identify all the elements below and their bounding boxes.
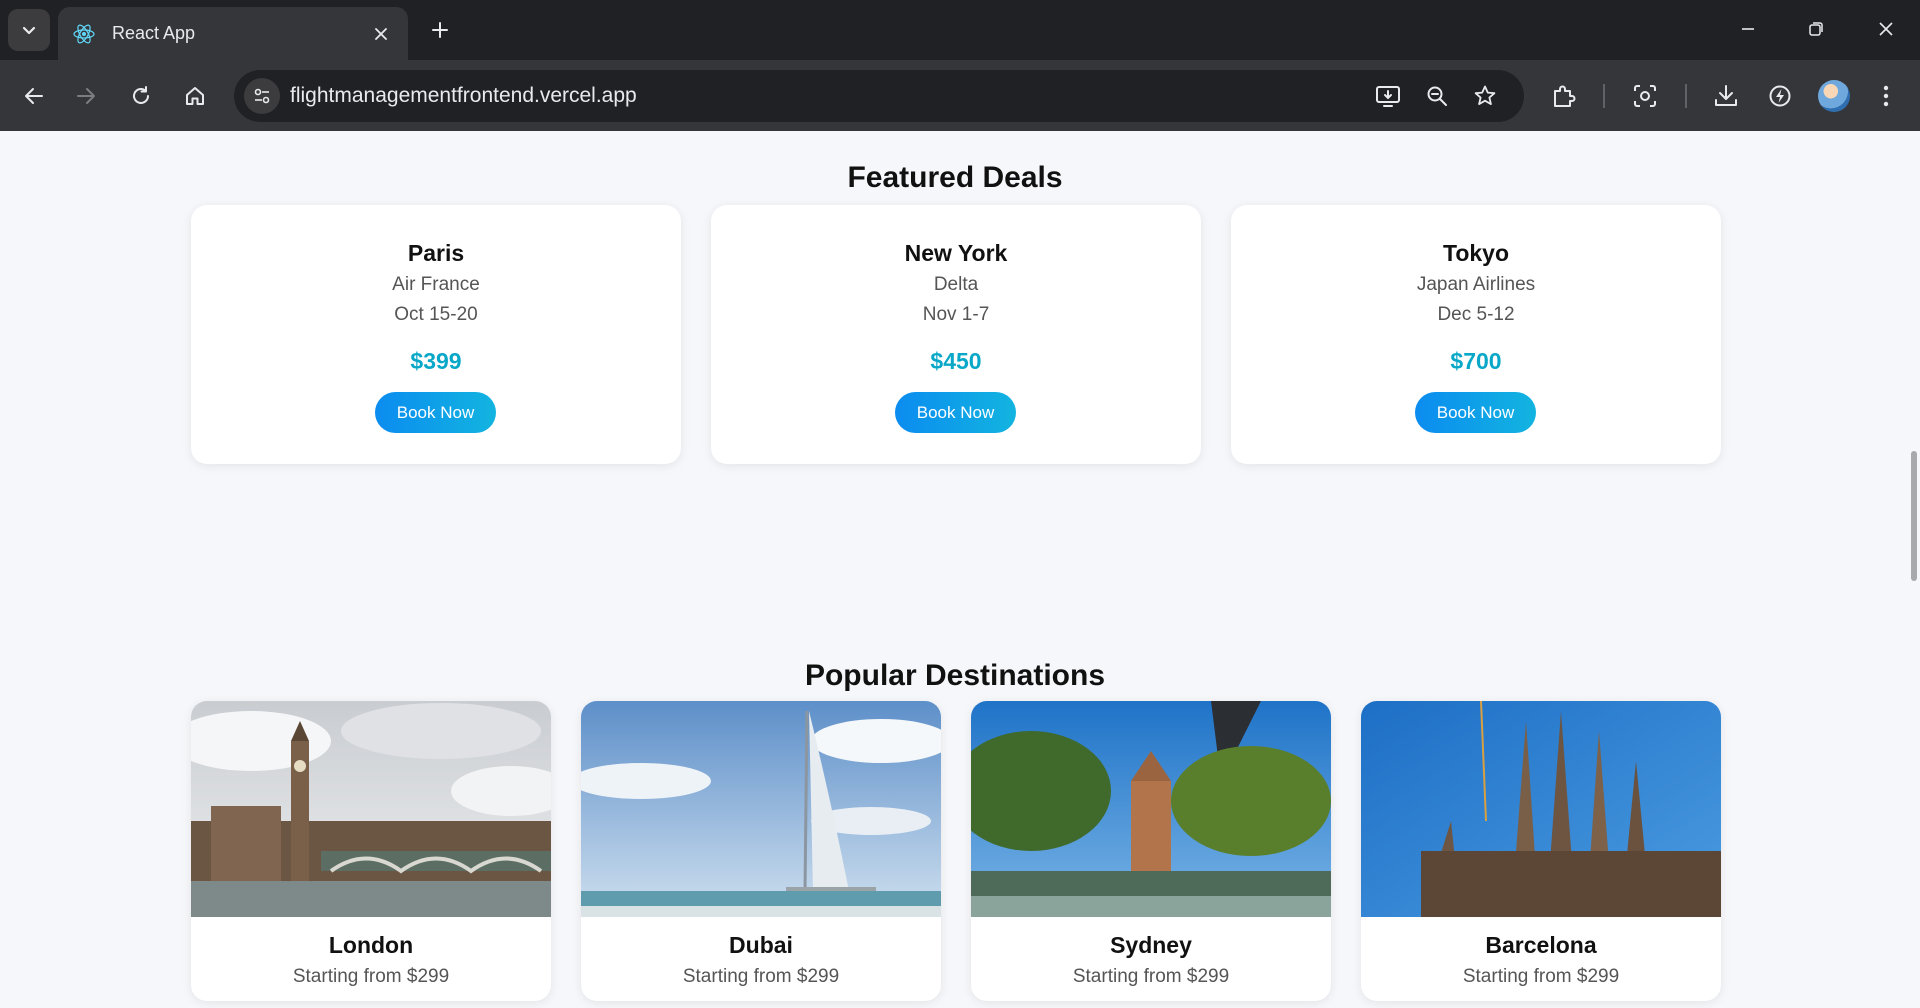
deal-card-new-york: New York Delta Nov 1-7 $450 Book Now xyxy=(711,205,1201,464)
destination-card-barcelona[interactable]: Barcelona Starting from $299 xyxy=(1361,701,1721,1001)
minimize-icon[interactable] xyxy=(1724,8,1772,50)
zoom-icon[interactable] xyxy=(1423,82,1451,110)
deal-price: $399 xyxy=(410,348,462,374)
screenshot-icon[interactable] xyxy=(1629,80,1661,112)
destination-price: Starting from $299 xyxy=(1072,966,1230,987)
extensions-icon[interactable] xyxy=(1548,80,1580,112)
bookmark-star-icon[interactable] xyxy=(1471,82,1499,110)
destination-name: Dubai xyxy=(729,932,793,958)
profile-avatar[interactable] xyxy=(1818,80,1850,112)
destination-card-london[interactable]: London Starting from $299 xyxy=(191,701,551,1001)
sydney-photo xyxy=(971,701,1331,917)
deal-city: Tokyo xyxy=(1442,240,1510,266)
browser-toolbar: flightmanagementfrontend.vercel.app xyxy=(0,60,1920,131)
window-close-icon[interactable] xyxy=(1862,8,1910,50)
destination-price: Starting from $299 xyxy=(1462,966,1620,987)
deal-price: $700 xyxy=(1450,348,1502,374)
deal-airline: Delta xyxy=(933,274,979,295)
toolbar-divider xyxy=(1603,84,1605,108)
deal-airline: Air France xyxy=(392,274,480,295)
restore-icon[interactable] xyxy=(1792,8,1840,50)
book-now-button[interactable]: Book Now xyxy=(1415,392,1536,433)
page-scrollbar[interactable] xyxy=(1911,451,1917,581)
url-text[interactable]: flightmanagementfrontend.vercel.app xyxy=(290,84,637,108)
site-settings-icon[interactable] xyxy=(244,78,280,114)
deal-dates: Nov 1-7 xyxy=(922,304,990,325)
book-now-button[interactable]: Book Now xyxy=(375,392,496,433)
destination-name: Sydney xyxy=(1110,932,1192,958)
react-logo-icon xyxy=(72,22,96,46)
london-photo xyxy=(191,701,551,917)
download-icon[interactable] xyxy=(1710,80,1742,112)
browser-titlebar: React App xyxy=(0,0,1920,60)
forward-arrow-icon[interactable] xyxy=(66,76,106,116)
more-menu-icon[interactable] xyxy=(1870,80,1902,112)
dubai-photo xyxy=(581,701,941,917)
popular-destinations-heading: Popular Destinations xyxy=(804,659,1106,692)
deal-city: New York xyxy=(904,240,1008,266)
page-viewport: Featured Deals Paris Air France Oct 15-2… xyxy=(0,131,1920,1008)
deal-card-tokyo: Tokyo Japan Airlines Dec 5-12 $700 Book … xyxy=(1231,205,1721,464)
destination-name: Barcelona xyxy=(1485,932,1597,958)
reload-icon[interactable] xyxy=(121,76,161,116)
barcelona-photo xyxy=(1361,701,1721,917)
deal-dates: Dec 5-12 xyxy=(1437,304,1515,325)
address-bar[interactable]: flightmanagementfrontend.vercel.app xyxy=(234,70,1524,122)
deal-city: Paris xyxy=(407,240,465,266)
destination-price: Starting from $299 xyxy=(682,966,840,987)
home-icon[interactable] xyxy=(175,76,215,116)
destination-card-sydney[interactable]: Sydney Starting from $299 xyxy=(971,701,1331,1001)
destination-card-dubai[interactable]: Dubai Starting from $299 xyxy=(581,701,941,1001)
deal-price: $450 xyxy=(930,348,982,374)
toolbar-divider xyxy=(1685,84,1687,108)
tab-search-button[interactable] xyxy=(8,9,50,51)
destination-name: London xyxy=(328,932,414,958)
install-app-icon[interactable] xyxy=(1374,82,1402,110)
chevron-down-icon xyxy=(22,26,36,35)
back-arrow-icon[interactable] xyxy=(14,76,54,116)
performance-icon[interactable] xyxy=(1764,80,1796,112)
featured-deals-heading: Featured Deals xyxy=(847,161,1063,194)
deal-airline: Japan Airlines xyxy=(1416,274,1536,295)
tab-title: React App xyxy=(112,23,196,43)
close-icon[interactable] xyxy=(368,21,394,47)
destination-price: Starting from $299 xyxy=(292,966,450,987)
deal-card-paris: Paris Air France Oct 15-20 $399 Book Now xyxy=(191,205,681,464)
browser-tab[interactable]: React App xyxy=(58,7,408,60)
book-now-button[interactable]: Book Now xyxy=(895,392,1016,433)
deal-dates: Oct 15-20 xyxy=(394,304,478,325)
new-tab-plus-icon[interactable] xyxy=(424,14,456,46)
